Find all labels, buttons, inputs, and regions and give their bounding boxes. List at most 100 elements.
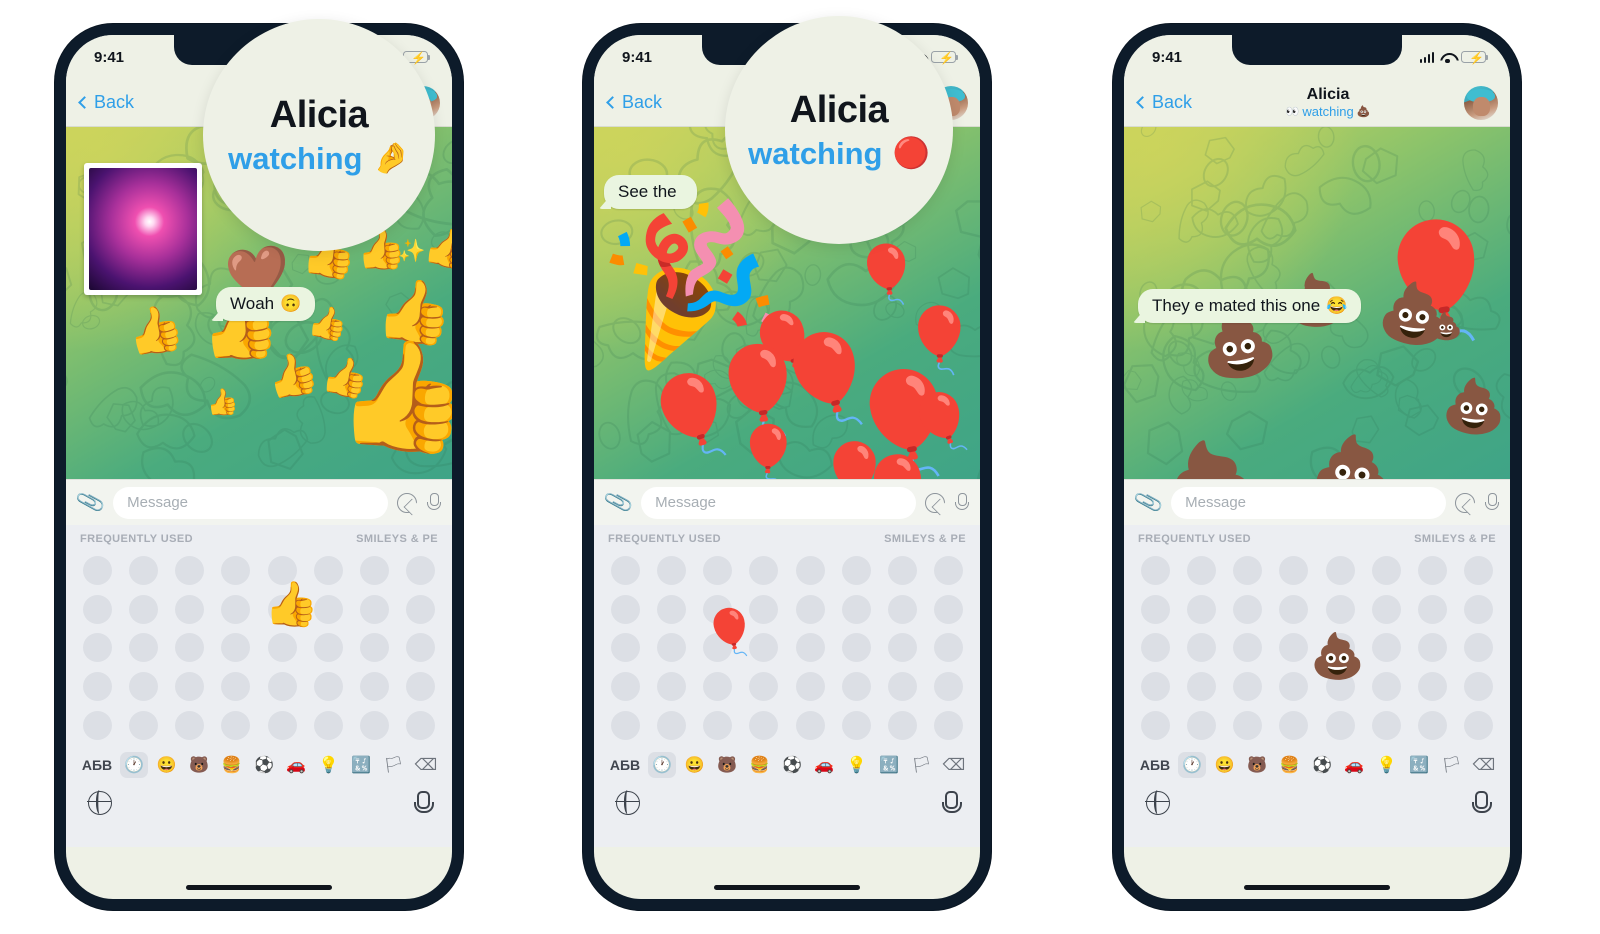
keyboard-smileys-icon[interactable]: 😀 (1211, 752, 1239, 778)
emoji-placeholder[interactable] (888, 595, 917, 624)
emoji-placeholder[interactable] (1233, 556, 1262, 585)
emoji-placeholder[interactable] (934, 711, 963, 740)
emoji-placeholder[interactable] (1141, 711, 1170, 740)
message-bubble[interactable]: They e mated this one 😂 (1138, 289, 1361, 323)
emoji-placeholder[interactable] (314, 633, 343, 662)
emoji-placeholder[interactable] (1326, 556, 1355, 585)
emoji-placeholder[interactable] (314, 711, 343, 740)
emoji-placeholder[interactable] (1464, 633, 1493, 662)
emoji-placeholder[interactable] (83, 633, 112, 662)
emoji-placeholder[interactable] (1372, 672, 1401, 701)
emoji-placeholder[interactable] (1464, 711, 1493, 740)
emoji-placeholder[interactable] (703, 556, 732, 585)
back-button[interactable]: Back (1138, 92, 1192, 113)
emoji-placeholder[interactable] (221, 633, 250, 662)
emoji-placeholder[interactable] (888, 633, 917, 662)
emoji-placeholder[interactable] (129, 633, 158, 662)
emoji-placeholder[interactable] (129, 672, 158, 701)
emoji-placeholder[interactable] (1141, 633, 1170, 662)
emoji-placeholder[interactable] (934, 595, 963, 624)
keyboard-objects-icon[interactable]: 💡 (315, 752, 343, 778)
paperclip-icon[interactable]: 📎 (75, 487, 108, 518)
emoji-placeholder[interactable] (406, 672, 435, 701)
emoji-placeholder[interactable] (1464, 595, 1493, 624)
emoji-placeholder[interactable] (842, 633, 871, 662)
emoji-placeholder[interactable] (175, 595, 204, 624)
emoji-placeholder[interactable] (83, 711, 112, 740)
sticker-thumbs-up[interactable]: 👍 (421, 226, 452, 272)
emoji-placeholder[interactable] (796, 633, 825, 662)
emoji-placeholder[interactable] (1141, 672, 1170, 701)
microphone-icon[interactable] (1484, 493, 1498, 513)
keyboard-flags-icon[interactable]: 🏳 (908, 752, 936, 778)
header-title-block[interactable]: Alicia 👀 watching 💩 (1192, 86, 1464, 119)
emoji-placeholder[interactable] (934, 556, 963, 585)
emoji-placeholder[interactable] (406, 556, 435, 585)
keyboard-travel-icon[interactable]: 🚗 (282, 752, 310, 778)
keyboard-highlighted-emoji[interactable]: 🎈 (702, 611, 757, 655)
emoji-placeholder[interactable] (888, 711, 917, 740)
microphone-icon[interactable] (426, 493, 440, 513)
emoji-placeholder[interactable] (611, 633, 640, 662)
emoji-placeholder[interactable] (175, 672, 204, 701)
emoji-placeholder[interactable] (360, 633, 389, 662)
emoji-placeholder[interactable] (1418, 633, 1447, 662)
emoji-placeholder[interactable] (129, 556, 158, 585)
emoji-placeholder[interactable] (221, 595, 250, 624)
firework-photo-sticker[interactable] (84, 163, 202, 295)
emoji-placeholder[interactable] (1279, 672, 1308, 701)
emoji-placeholder[interactable] (1279, 711, 1308, 740)
emoji-placeholder[interactable] (406, 633, 435, 662)
dictation-microphone-icon[interactable] (1471, 791, 1488, 816)
emoji-placeholder[interactable] (611, 595, 640, 624)
emoji-placeholder[interactable] (1233, 595, 1262, 624)
sticker-poop[interactable]: 💩 (1308, 432, 1399, 479)
emoji-placeholder[interactable] (888, 672, 917, 701)
emoji-placeholder[interactable] (1372, 711, 1401, 740)
sticker-balloon[interactable]: 🎈 (895, 302, 980, 376)
sticker-icon[interactable] (397, 493, 417, 513)
keyboard-highlighted-emoji[interactable]: 👍 (264, 583, 319, 627)
emoji-placeholder[interactable] (703, 672, 732, 701)
emoji-placeholder[interactable] (129, 595, 158, 624)
emoji-placeholder[interactable] (1187, 711, 1216, 740)
emoji-placeholder[interactable] (83, 672, 112, 701)
paperclip-icon[interactable]: 📎 (1133, 487, 1166, 518)
search-input[interactable]: Message (641, 487, 916, 519)
sticker-thumbs-up[interactable]: 👍 (262, 349, 323, 402)
emoji-placeholder[interactable] (221, 556, 250, 585)
emoji-placeholder[interactable] (83, 556, 112, 585)
keyboard-backspace-icon[interactable]: ⌫ (412, 752, 440, 778)
emoji-placeholder[interactable] (611, 711, 640, 740)
keyboard-sports-icon[interactable]: ⚽ (250, 752, 278, 778)
emoji-placeholder[interactable] (1141, 556, 1170, 585)
emoji-placeholder[interactable] (1372, 556, 1401, 585)
emoji-placeholder[interactable] (842, 556, 871, 585)
keyboard-animals-icon[interactable]: 🐻 (713, 752, 741, 778)
keyboard-recent-clock-icon[interactable]: 🕐 (1178, 752, 1206, 778)
emoji-placeholder[interactable] (360, 595, 389, 624)
sticker-poop[interactable]: 💩 (1149, 441, 1275, 479)
keyboard-recent-clock-icon[interactable]: 🕐 (648, 752, 676, 778)
emoji-placeholder[interactable] (1279, 633, 1308, 662)
emoji-placeholder[interactable] (1464, 556, 1493, 585)
avatar[interactable] (1464, 86, 1498, 120)
emoji-placeholder[interactable] (1233, 672, 1262, 701)
search-input[interactable]: Message (113, 487, 388, 519)
sticker-balloon[interactable]: 🎈 (729, 420, 804, 479)
emoji-placeholder[interactable] (1418, 672, 1447, 701)
emoji-placeholder[interactable] (175, 556, 204, 585)
sticker-poop[interactable]: 💩 (1430, 313, 1462, 339)
emoji-placeholder[interactable] (1372, 633, 1401, 662)
keyboard-flags-icon[interactable]: 🏳 (1438, 752, 1466, 778)
keyboard-food-icon[interactable]: 🍔 (218, 752, 246, 778)
keyboard-sports-icon[interactable]: ⚽ (778, 752, 806, 778)
keyboard-travel-icon[interactable]: 🚗 (810, 752, 838, 778)
sticker-icon[interactable] (1455, 493, 1475, 513)
back-button[interactable]: Back (80, 92, 134, 113)
emoji-placeholder[interactable] (1326, 711, 1355, 740)
sticker-balloon[interactable]: 🎈 (902, 390, 979, 455)
keyboard-animals-icon[interactable]: 🐻 (185, 752, 213, 778)
emoji-placeholder[interactable] (1233, 633, 1262, 662)
paperclip-icon[interactable]: 📎 (603, 487, 636, 518)
